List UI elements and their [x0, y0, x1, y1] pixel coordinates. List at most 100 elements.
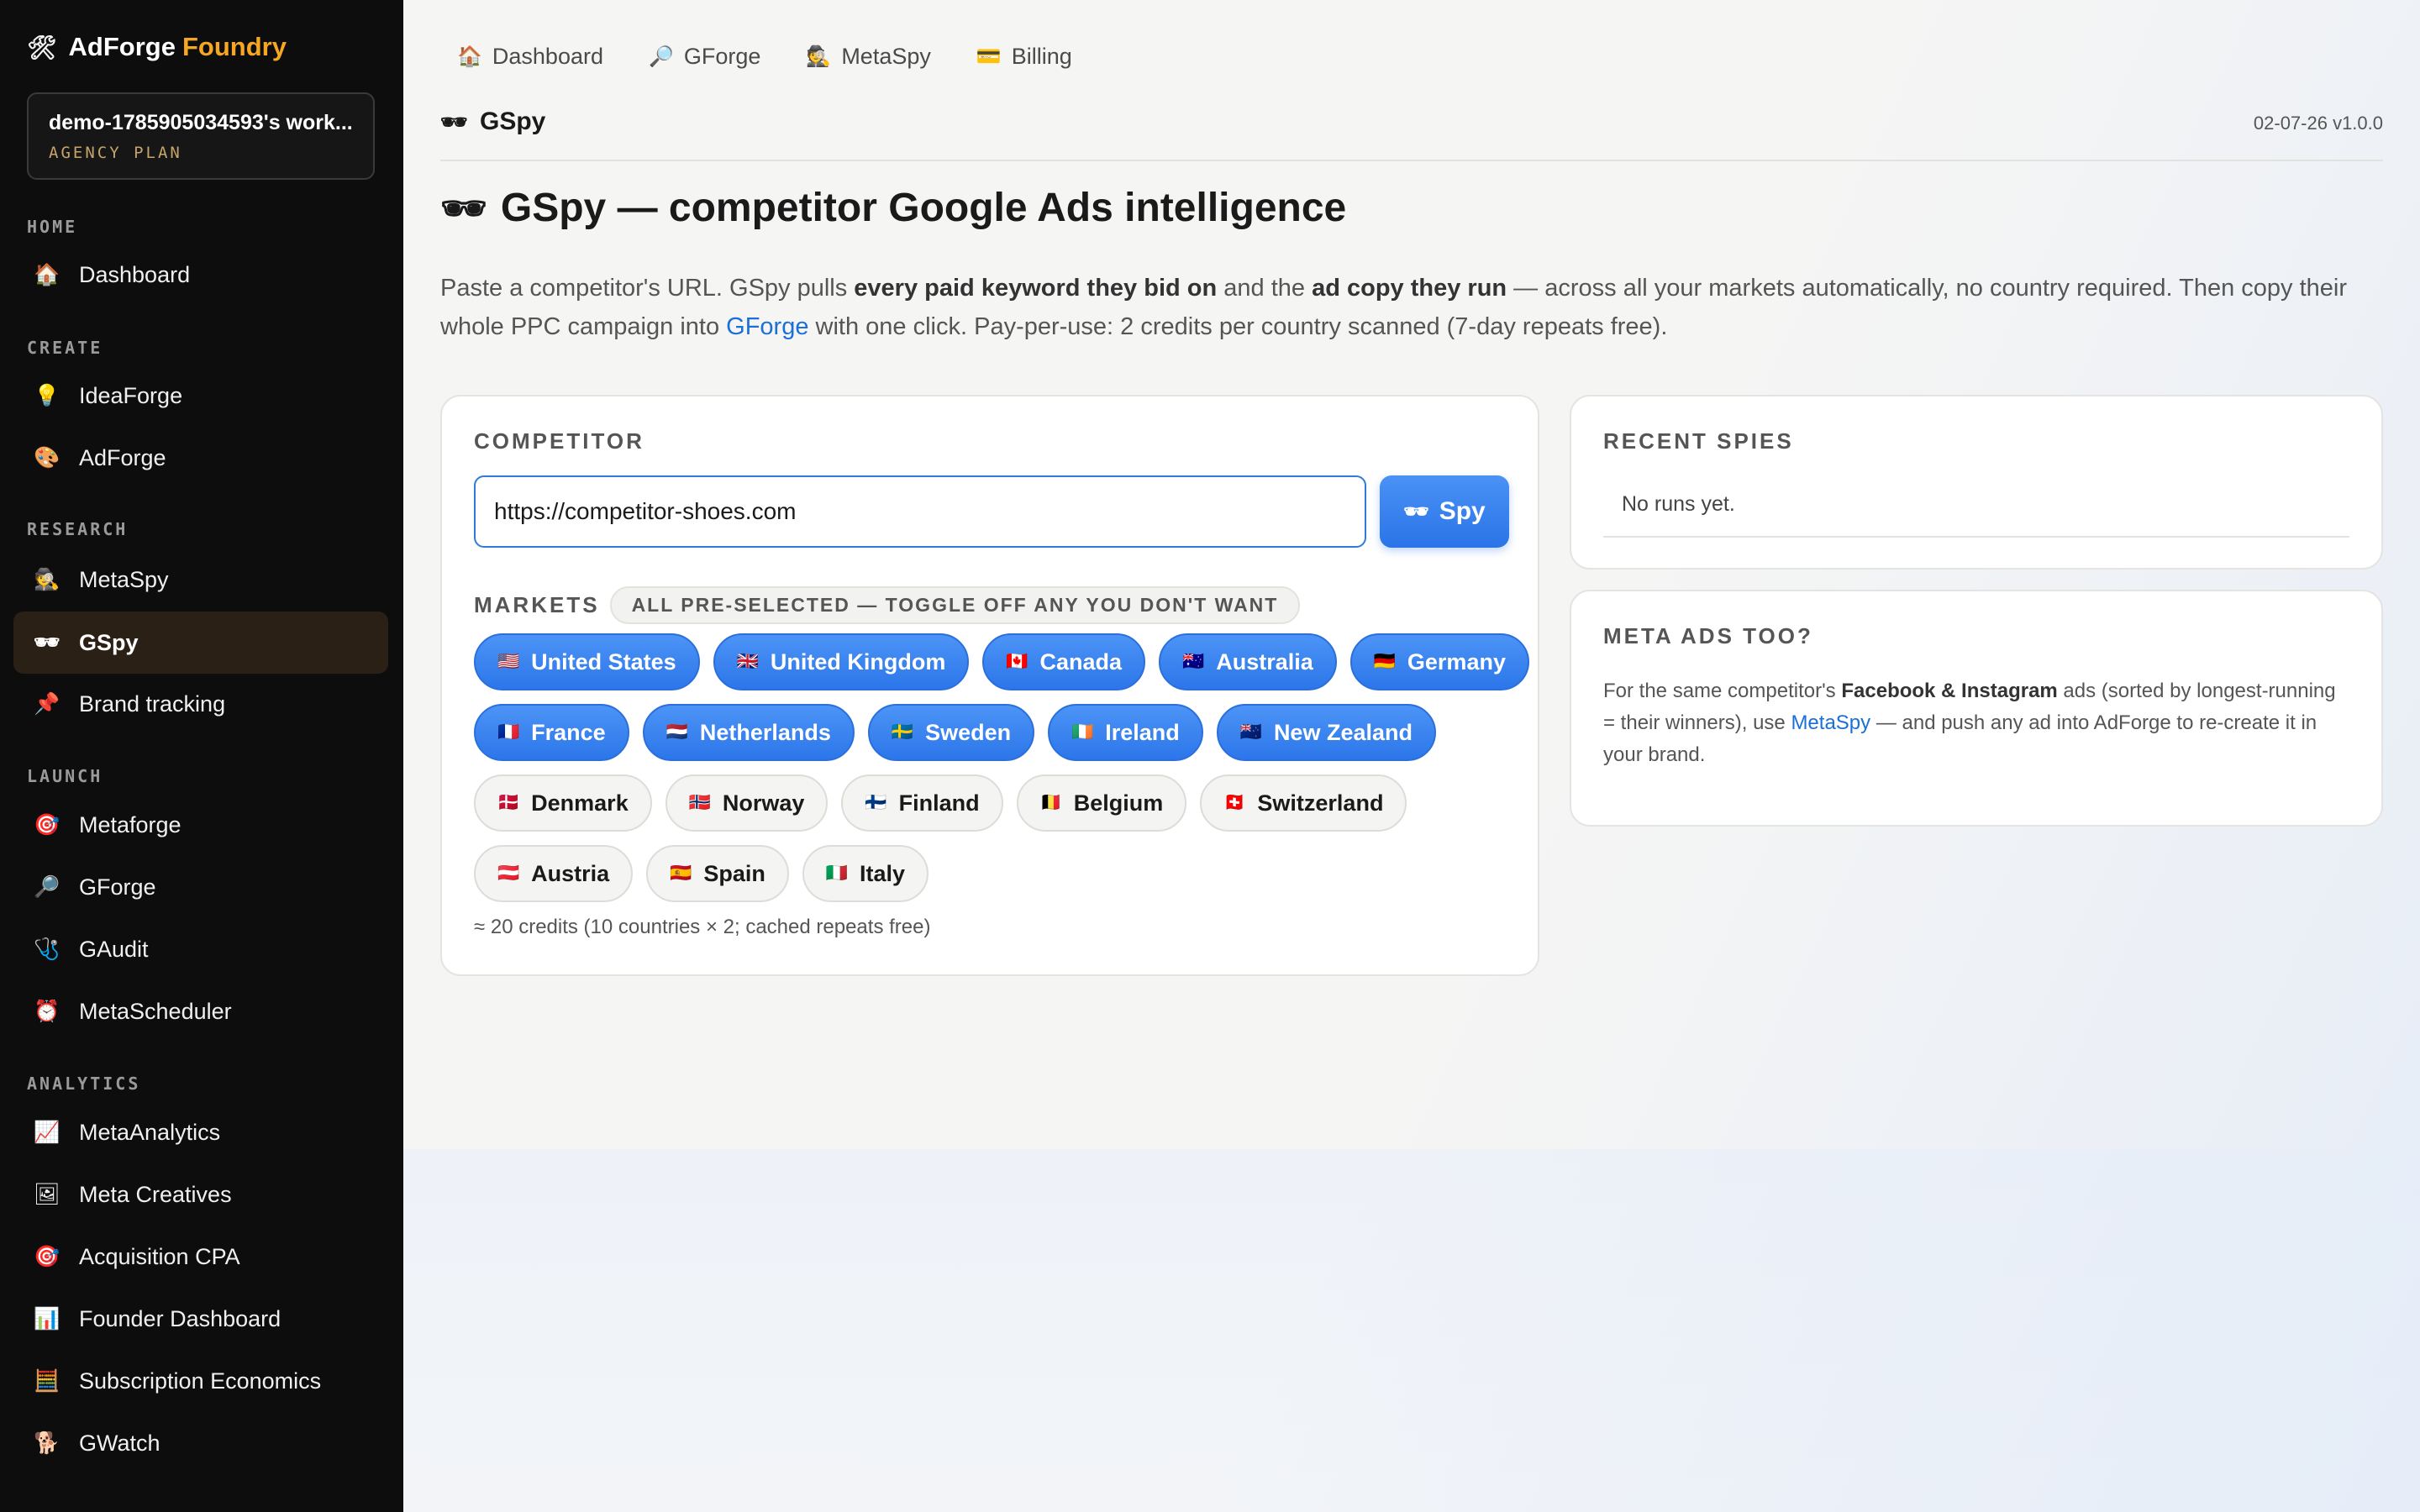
market-chip[interactable]: 🇩🇰 Denmark	[474, 774, 652, 832]
market-chip[interactable]: 🇮🇹 Italy	[802, 845, 929, 902]
sidebar-item-label: GSpy	[79, 629, 139, 655]
sunglasses-icon: 🕶	[440, 187, 487, 229]
workspace-switcher[interactable]: demo-1785905034593's work... AGENCY PLAN	[27, 92, 375, 180]
market-name: Finland	[898, 790, 980, 816]
sidebar-item-founder-dashboard[interactable]: 📊 Founder Dashboard	[13, 1288, 388, 1350]
flag-icon: 🇦🇹	[497, 864, 520, 883]
market-chip[interactable]: 🇮🇪 Ireland	[1048, 704, 1203, 761]
market-chip[interactable]: 🇳🇴 Norway	[665, 774, 829, 832]
flag-icon: 🇮🇹	[825, 864, 849, 883]
market-name: Ireland	[1105, 719, 1180, 745]
market-chip[interactable]: 🇳🇿 New Zealand	[1216, 704, 1436, 761]
bar-chart-icon: 📊	[34, 1306, 60, 1331]
sidebar-item-label: Meta Creatives	[79, 1181, 232, 1207]
sidebar-item-label: Subscription Economics	[79, 1368, 322, 1394]
market-chip[interactable]: 🇬🇧 United Kingdom	[713, 633, 970, 690]
market-chip[interactable]: 🇦🇹 Austria	[474, 845, 634, 902]
framed-picture-icon: 🖼	[34, 1182, 60, 1206]
sidebar-item-ideaforge[interactable]: 💡 IdeaForge	[13, 365, 388, 427]
sunglasses-icon: 🕶	[34, 630, 60, 654]
market-name: Belgium	[1073, 790, 1164, 816]
market-name: France	[531, 719, 606, 745]
topnav-label: Billing	[1011, 44, 1072, 69]
market-chip[interactable]: 🇧🇪 Belgium	[1016, 774, 1187, 832]
market-chip[interactable]: 🇫🇷 France	[474, 704, 629, 761]
lightbulb-icon: 💡	[34, 383, 60, 407]
sidebar-item-label: MetaSpy	[79, 566, 169, 592]
market-chip[interactable]: 🇳🇱 Netherlands	[642, 704, 855, 761]
flag-icon: 🇬🇧	[736, 652, 759, 671]
target-icon: 🎯	[34, 812, 60, 837]
sidebar-item-acquisition-cpa[interactable]: 🎯 Acquisition CPA	[13, 1226, 388, 1288]
sidebar-item-label: Founder Dashboard	[79, 1305, 281, 1331]
sidebar-item-dashboard[interactable]: 🏠 Dashboard	[13, 244, 388, 306]
chip-row: 🇫🇷 France 🇳🇱 Netherlands 🇸🇪 Sweden 🇮🇪 Irelan…	[474, 704, 1524, 761]
markets-note-badge: ALL PRE-SELECTED — TOGGLE OFF ANY YOU DO…	[609, 586, 1301, 624]
hammer-wrench-icon: 🛠	[27, 34, 57, 60]
market-chip[interactable]: 🇩🇪 Germany	[1349, 633, 1529, 690]
meta-ads-card: META ADS TOO? For the same competitor's …	[1570, 590, 2383, 827]
pushpin-icon: 📌	[34, 691, 60, 716]
chip-row: 🇺🇸 United States 🇬🇧 United Kingdom 🇨🇦 Canad…	[474, 633, 1529, 690]
sidebar-item-adforge[interactable]: 🎨 AdForge	[13, 427, 388, 489]
brand-logo[interactable]: 🛠 AdForge Foundry	[27, 32, 287, 62]
sidebar-item-label: GForge	[79, 874, 156, 900]
market-chip[interactable]: 🇨🇭 Switzerland	[1200, 774, 1407, 832]
market-chip[interactable]: 🇫🇮 Finland	[841, 774, 1003, 832]
topnav-billing[interactable]: 💳 Billing	[976, 44, 1072, 70]
market-chip[interactable]: 🇸🇪 Sweden	[867, 704, 1035, 761]
topnav-metaspy[interactable]: 🕵 MetaSpy	[806, 44, 930, 70]
section-analytics: ANALYTICS	[27, 1074, 141, 1094]
market-chip[interactable]: 🇪🇸 Spain	[646, 845, 789, 902]
sidebar: 🛠 AdForge Foundry demo-1785905034593's w…	[0, 0, 403, 1512]
sidebar-item-metaspy[interactable]: 🕵 MetaSpy	[13, 549, 388, 611]
section-launch: LAUNCH	[27, 766, 103, 786]
sidebar-item-label: AdForge	[79, 444, 166, 470]
gforge-link[interactable]: GForge	[726, 313, 808, 340]
target-icon: 🎯	[34, 1244, 60, 1268]
market-chip[interactable]: 🇺🇸 United States	[474, 633, 700, 690]
sidebar-item-gforge[interactable]: 🔎 GForge	[13, 856, 388, 918]
chip-row: 🇦🇹 Austria 🇪🇸 Spain 🇮🇹 Italy	[474, 845, 1524, 902]
sidebar-item-label: MetaAnalytics	[79, 1119, 221, 1145]
spy-button[interactable]: 🕶 Spy	[1380, 475, 1509, 548]
topnav-label: GForge	[683, 44, 761, 69]
page-title-text: GSpy — competitor Google Ads intelligenc…	[500, 186, 1347, 230]
topnav-dashboard[interactable]: 🏠 Dashboard	[457, 44, 603, 70]
sidebar-item-gaudit[interactable]: 🩺 GAudit	[13, 918, 388, 980]
sidebar-item-gwatch[interactable]: 🐕 GWatch	[13, 1412, 388, 1474]
competitor-url-input[interactable]	[474, 475, 1366, 548]
market-name: Australia	[1216, 648, 1313, 675]
market-chip[interactable]: 🇦🇺 Australia	[1159, 633, 1337, 690]
market-chip[interactable]: 🇨🇦 Canada	[982, 633, 1146, 690]
recent-spies-label: RECENT SPIES	[1603, 428, 1794, 454]
detective-icon: 🕵	[806, 45, 832, 68]
topnav-gforge[interactable]: 🔎 GForge	[649, 44, 760, 70]
sidebar-item-label: Brand tracking	[79, 690, 226, 717]
sidebar-item-gspy[interactable]: 🕶 GSpy	[13, 612, 388, 674]
sidebar-item-metaforge[interactable]: 🎯 Metaforge	[13, 794, 388, 856]
market-name: Switzerland	[1257, 790, 1384, 816]
spy-button-label: Spy	[1439, 497, 1486, 525]
sidebar-item-label: GWatch	[79, 1430, 160, 1456]
sidebar-item-subscription-economics[interactable]: 🧮 Subscription Economics	[13, 1350, 388, 1412]
chip-row: 🇩🇰 Denmark 🇳🇴 Norway 🇫🇮 Finland 🇧🇪 Belgium 🇨…	[474, 774, 1524, 832]
sidebar-item-meta-creatives[interactable]: 🖼 Meta Creatives	[13, 1163, 388, 1226]
topnav-label: MetaSpy	[841, 44, 931, 69]
sidebar-item-metaanalytics[interactable]: 📈 MetaAnalytics	[13, 1101, 388, 1163]
meta-text: For the same competitor's	[1603, 680, 1842, 702]
section-research: RESEARCH	[27, 519, 129, 539]
sidebar-item-metascheduler[interactable]: ⏰ MetaScheduler	[13, 980, 388, 1042]
sidebar-item-brand-tracking[interactable]: 📌 Brand tracking	[13, 673, 388, 735]
sidebar-item-label: IdeaForge	[79, 382, 183, 408]
competitor-card: COMPETITOR 🕶 Spy MARKETS ALL PRE-SELECTE…	[440, 395, 1539, 976]
metaspy-link[interactable]: MetaSpy	[1791, 711, 1870, 734]
market-name: Netherlands	[699, 719, 831, 745]
detective-icon: 🕵	[34, 567, 60, 591]
markets-label: MARKETS	[474, 592, 600, 617]
sidebar-item-label: Acquisition CPA	[79, 1243, 240, 1269]
competitor-label: COMPETITOR	[474, 428, 644, 454]
meta-ads-label: META ADS TOO?	[1603, 623, 1813, 648]
sunglasses-icon: 🕶	[1403, 500, 1429, 523]
market-name: Spain	[703, 860, 765, 886]
